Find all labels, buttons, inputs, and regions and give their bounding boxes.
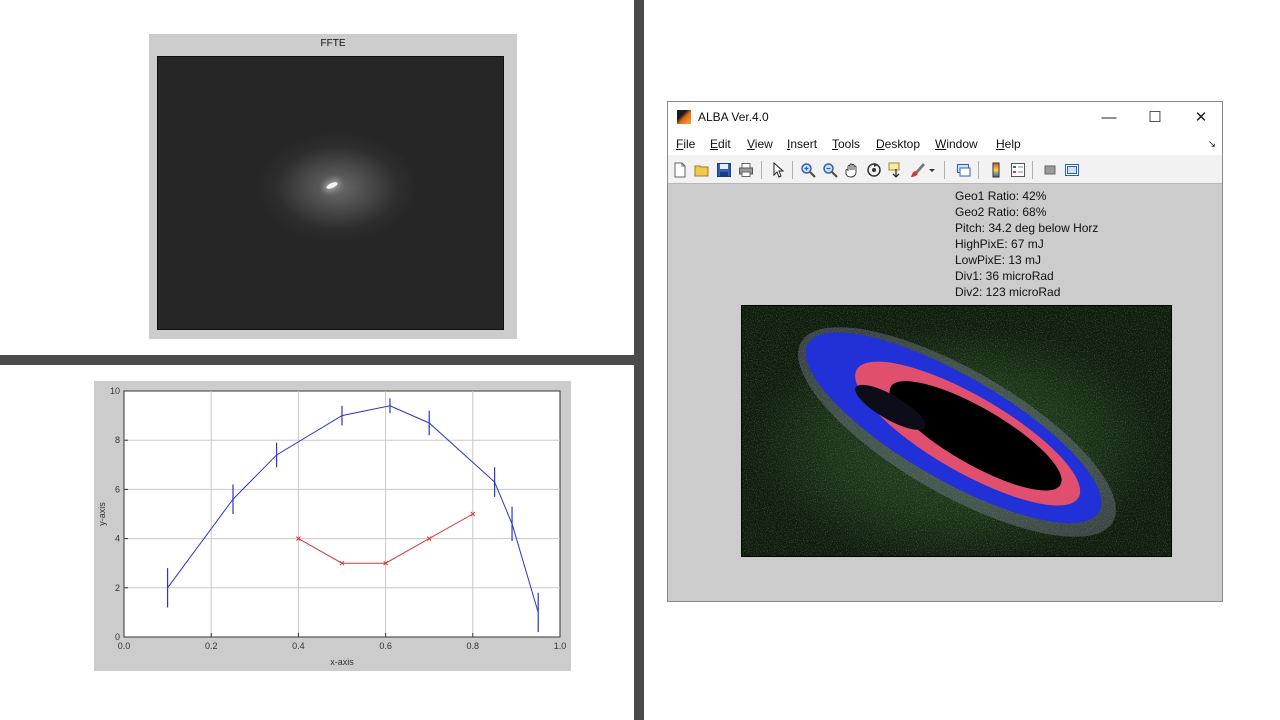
x-tick-label: 0.8 — [467, 641, 480, 651]
y-tick-label: 2 — [115, 583, 120, 593]
zoom-in-icon[interactable] — [800, 162, 816, 178]
matlab-app-icon — [677, 110, 691, 124]
beam-profile-svg — [742, 306, 1171, 556]
colorbar-icon[interactable] — [988, 162, 1004, 178]
legend-icon[interactable] — [1010, 162, 1026, 178]
ffte-figure: FFTE — [149, 34, 517, 339]
menu-window-label: indow — [946, 137, 978, 151]
rotate-3d-icon[interactable] — [866, 162, 882, 178]
dock-arrow-icon[interactable]: ↘ — [1208, 139, 1216, 150]
menu-view[interactable]: View — [747, 137, 773, 151]
ffte-title: FFTE — [320, 38, 346, 49]
pointer-icon[interactable] — [770, 162, 786, 178]
line-plot-figure: 0.0 0.2 0.4 0.6 0.8 1.0 0 2 4 6 8 10 x-axis y-axis — [94, 381, 571, 671]
close-button[interactable]: ✕ — [1178, 102, 1224, 133]
param-low-pix-e: LowPixE: 13 mJ — [955, 253, 1042, 267]
menu-help-key: H — [996, 137, 1005, 151]
show-plot-tools-icon[interactable] — [1064, 162, 1080, 178]
menu-help[interactable]: Help — [996, 137, 1021, 151]
menu-desktop-label: esktop — [884, 137, 921, 151]
x-tick-label: 0.4 — [292, 641, 305, 651]
x-axis-label: x-axis — [330, 657, 354, 667]
data-cursor-icon[interactable] — [888, 162, 904, 178]
minimize-button[interactable]: — — [1086, 102, 1132, 133]
menu-edit-label: dit — [718, 137, 731, 151]
menu-help-label: elp — [1004, 137, 1021, 151]
print-icon[interactable] — [738, 162, 754, 178]
title-bar[interactable]: ALBA Ver.4.0 — ☐ ✕ — [668, 102, 1222, 133]
toolbar-separator — [944, 161, 945, 179]
menu-insert[interactable]: Insert — [787, 137, 817, 151]
maximize-button[interactable]: ☐ — [1132, 102, 1178, 133]
menu-tools[interactable]: Tools — [832, 137, 860, 151]
beam-profile-image — [741, 305, 1172, 557]
brush-icon[interactable] — [910, 162, 926, 178]
menu-desktop[interactable]: Desktop — [876, 137, 920, 151]
ffte-image — [157, 56, 504, 330]
plot-area — [123, 390, 561, 638]
hide-plot-tools-icon[interactable] — [1042, 162, 1058, 178]
toolbar — [668, 155, 1222, 184]
menu-insert-label: nsert — [790, 137, 818, 151]
menu-tools-label: ools — [838, 137, 861, 151]
ffte-central-peak — [325, 180, 339, 191]
x-tick-label: 0.2 — [205, 641, 218, 651]
x-tick-label: 0.6 — [379, 641, 392, 651]
x-tick-label: 1.0 — [554, 641, 567, 651]
new-file-icon[interactable] — [672, 162, 688, 178]
brush-dropdown-icon[interactable] — [928, 162, 936, 178]
menu-view-label: iew — [754, 137, 773, 151]
menu-view-key: V — [747, 137, 755, 151]
menu-edit[interactable]: Edit — [710, 137, 731, 151]
pan-hand-icon[interactable] — [844, 162, 860, 178]
param-pitch: Pitch: 34.2 deg below Horz — [955, 221, 1099, 235]
horizontal-divider — [0, 355, 636, 365]
alba-window: ALBA Ver.4.0 — ☐ ✕ File Edit View Insert… — [667, 101, 1223, 602]
y-tick-label: 6 — [115, 484, 120, 494]
menu-file-label: ile — [683, 137, 696, 151]
param-geo1-ratio: Geo1 Ratio: 42% — [955, 189, 1047, 203]
menu-window[interactable]: Window — [935, 137, 978, 151]
menu-bar: File Edit View Insert Tools Desktop Wind… — [668, 133, 1222, 155]
zoom-out-icon[interactable] — [822, 162, 838, 178]
x-tick-label: 0.0 — [118, 641, 131, 651]
save-icon[interactable] — [716, 162, 732, 178]
open-folder-icon[interactable] — [694, 162, 710, 178]
menu-edit-key: E — [710, 137, 719, 151]
toolbar-separator — [978, 161, 979, 179]
toolbar-separator — [792, 161, 793, 179]
toolbar-separator — [1032, 161, 1033, 179]
line-plot-svg: 0.0 0.2 0.4 0.6 0.8 1.0 0 2 4 6 8 10 x-axis y-axis — [97, 386, 567, 667]
param-high-pix-e: HighPixE: 67 mJ — [955, 237, 1044, 251]
window-title: ALBA Ver.4.0 — [698, 110, 769, 124]
y-tick-label: 10 — [110, 386, 120, 396]
y-tick-label: 0 — [115, 632, 120, 642]
menu-window-key: W — [935, 137, 947, 151]
y-axis-label: y-axis — [97, 502, 107, 526]
menu-desktop-key: D — [876, 137, 885, 151]
menu-file[interactable]: File — [676, 137, 695, 151]
y-tick-label: 4 — [115, 534, 120, 544]
link-plot-icon[interactable] — [956, 162, 972, 178]
toolbar-separator — [761, 161, 762, 179]
param-div1: Div1: 36 microRad — [955, 269, 1054, 283]
param-geo2-ratio: Geo2 Ratio: 68% — [955, 205, 1047, 219]
beam-parameters: Geo1 Ratio: 42% Geo2 Ratio: 68% Pitch: 3… — [955, 188, 1098, 300]
y-tick-label: 8 — [115, 435, 120, 445]
param-div2: Div2: 123 microRad — [955, 285, 1061, 299]
